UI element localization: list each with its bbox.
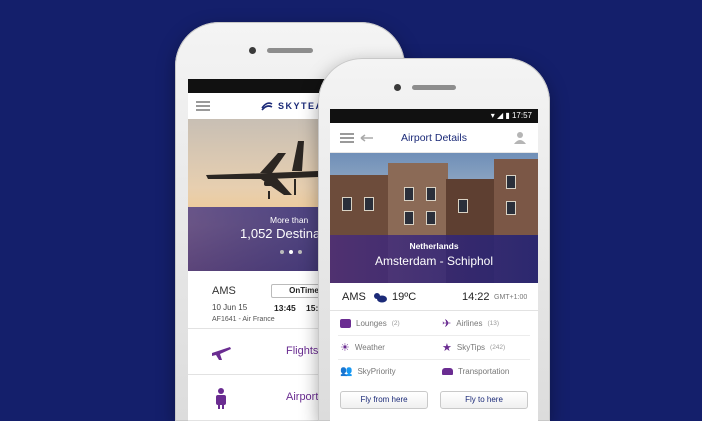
- window: [404, 187, 414, 201]
- lounge-icon: [340, 318, 351, 328]
- phone-right: ▾ ◢ ▮ 17:57 Airport Details Netherlands …: [318, 58, 550, 421]
- page-title: Airport Details: [401, 132, 467, 144]
- service-count: (242): [490, 343, 506, 351]
- window: [404, 211, 414, 225]
- window: [426, 187, 436, 201]
- service-label: Transportation: [458, 366, 510, 376]
- service-airlines[interactable]: ✈ Airlines (13): [442, 312, 499, 334]
- partly-cloudy-icon: [374, 293, 387, 303]
- skyteam-logo-icon: [261, 102, 273, 111]
- flight-number: AF1641 - Air France: [212, 316, 275, 323]
- service-skypriority[interactable]: 👥 SkyPriority: [340, 360, 396, 382]
- carousel-dots[interactable]: [280, 250, 302, 254]
- star-icon: ★: [442, 341, 452, 354]
- weather-row: AMS 19ºC 14:22 GMT+1:00: [330, 283, 538, 311]
- airport-details-screen: ▾ ◢ ▮ 17:57 Airport Details Netherlands …: [330, 109, 538, 421]
- status-time: 17:57: [511, 111, 532, 120]
- service-weather[interactable]: ☀ Weather: [340, 336, 385, 358]
- window: [426, 211, 436, 225]
- traveler-icon: [216, 388, 226, 409]
- speaker: [267, 48, 313, 53]
- status-bar: ▾ ◢ ▮ 17:57: [330, 109, 538, 123]
- service-label: Airlines: [456, 318, 483, 328]
- menu-icon[interactable]: [196, 101, 210, 111]
- hero-line2: 1,052 Destinati: [240, 226, 327, 241]
- service-lounges[interactable]: Lounges (2): [340, 312, 400, 334]
- window: [506, 175, 516, 189]
- service-transportation[interactable]: Transportation: [442, 360, 509, 382]
- sun-icon: ☀: [340, 341, 350, 354]
- signal-icon: ▾ ◢ ▮: [490, 111, 512, 120]
- service-label: SkyPriority: [357, 366, 396, 376]
- fly-from-here-button[interactable]: Fly from here: [340, 391, 428, 409]
- service-count: (2): [391, 319, 400, 327]
- airport-hero: Netherlands Amsterdam - Schiphol: [330, 153, 538, 283]
- service-label: SkyTips: [456, 342, 486, 352]
- airplane-icon: [212, 347, 231, 360]
- temperature: 19ºC: [392, 291, 417, 303]
- local-time: 14:22: [462, 291, 490, 303]
- airport-code: AMS: [342, 291, 366, 303]
- camera: [249, 47, 256, 54]
- window: [458, 199, 468, 213]
- country-name: Netherlands: [409, 241, 459, 251]
- window: [342, 197, 352, 211]
- hero-line1: More than: [270, 215, 309, 225]
- airport-name: Amsterdam - Schiphol: [374, 254, 494, 268]
- service-label: Weather: [354, 342, 385, 352]
- people-icon: 👥: [340, 365, 353, 377]
- app-bar: Airport Details: [330, 123, 538, 153]
- window: [506, 201, 516, 215]
- departure-time: 13:45: [274, 303, 296, 313]
- service-skytips[interactable]: ★ SkyTips (242): [442, 336, 505, 358]
- flight-date: 10 Jun 15: [212, 303, 248, 312]
- service-label: Lounges: [356, 318, 387, 328]
- speaker: [412, 85, 456, 90]
- fly-to-here-button[interactable]: Fly to here: [440, 391, 528, 409]
- profile-icon[interactable]: [514, 131, 526, 144]
- car-icon: [442, 367, 453, 375]
- flight-airport-code: AMS: [212, 285, 236, 297]
- airplane-icon: ✈: [442, 317, 452, 330]
- camera: [394, 84, 401, 91]
- menu-item-label: Flights: [286, 345, 319, 357]
- window: [364, 197, 374, 211]
- airplane-photo: [206, 141, 324, 199]
- service-count: (13): [487, 319, 500, 327]
- gmt-offset: GMT+1:00: [494, 294, 528, 301]
